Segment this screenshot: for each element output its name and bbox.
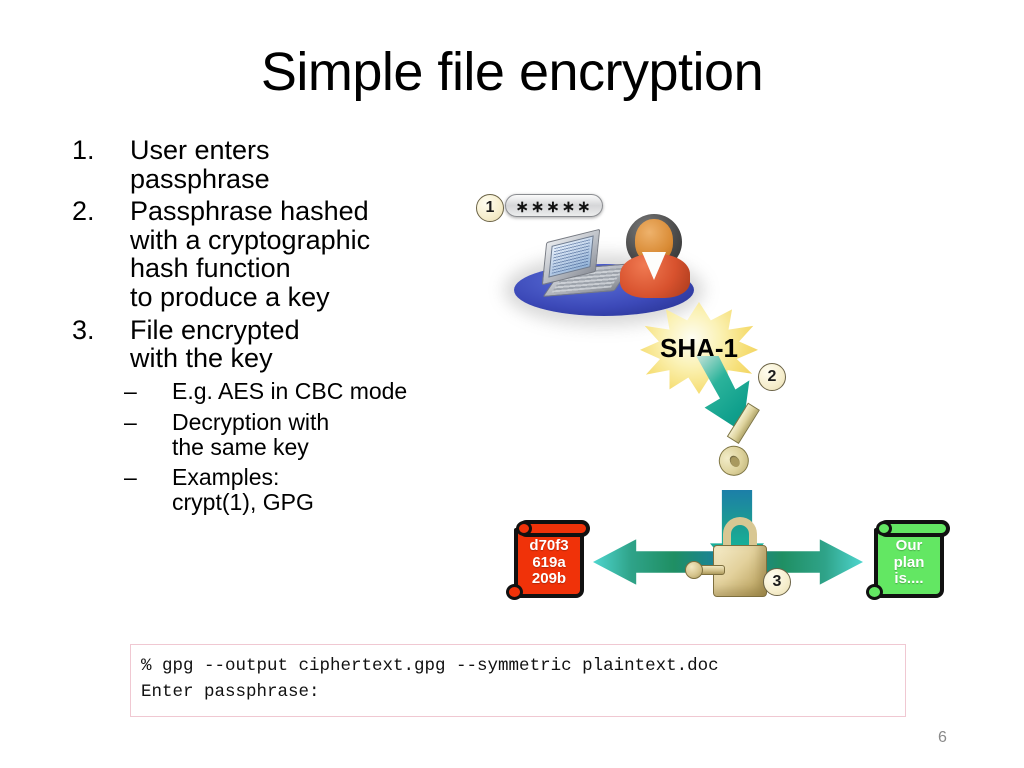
sub-list-item: – E.g. AES in CBC mode: [124, 379, 492, 404]
laptop-icon: [538, 228, 634, 297]
list-text: User enters passphrase: [130, 135, 270, 194]
scroll-curl-top: [876, 521, 892, 536]
command-line-1: % gpg --output ciphertext.gpg --symmetri…: [141, 656, 719, 676]
padlock-inserted-key-bow: [685, 561, 703, 579]
ciphertext-scroll: d70f3 619a 209b: [506, 520, 590, 604]
sub-list-item: – Examples: crypt(1), GPG: [124, 465, 492, 515]
list-text: Passphrase hashed with a cryptographic h…: [130, 196, 371, 313]
ciphertext-line-2: 619a: [532, 553, 566, 571]
bullet-list: 1. User enters passphrase 2. Passphrase …: [72, 136, 492, 521]
ciphertext-sheet: d70f3 619a 209b: [514, 528, 584, 598]
sub-list-text: E.g. AES in CBC mode: [172, 377, 408, 404]
scroll-curl-bottom: [506, 584, 523, 600]
plaintext-line-2: plan: [893, 553, 925, 571]
step-badge-1: 1: [476, 194, 504, 222]
list-text: File encrypted with the key: [130, 314, 300, 374]
plaintext-sheet: Our plan is....: [874, 528, 944, 598]
sub-list-text: Examples: crypt(1), GPG: [172, 464, 314, 516]
sub-list-marker: –: [124, 377, 137, 404]
slide-canvas: Simple file encryption 1. User enters pa…: [0, 0, 1024, 768]
person-icon: [618, 214, 692, 298]
plaintext-line-3: is....: [894, 570, 924, 588]
list-item: 2. Passphrase hashed with a cryptographi…: [72, 196, 492, 313]
list-item: 3. File encrypted with the key: [72, 314, 492, 374]
ciphertext-line-3: 209b: [531, 570, 567, 588]
terminal-command-box: % gpg --output ciphertext.gpg --symmetri…: [130, 644, 906, 717]
key-bow: [713, 440, 755, 482]
list-item: 1. User enters passphrase: [72, 136, 492, 193]
step-badge-2: 2: [758, 363, 786, 391]
scroll-curl-bottom: [866, 584, 883, 600]
step-badge-3: 3: [763, 568, 791, 596]
laptop-screen: [548, 235, 594, 278]
encryption-flow-diagram: 1 ∗∗∗∗∗ SHA-1 2 d70f3 619a 209b Our plan…: [460, 180, 1005, 625]
ciphertext-line-1: d70f3: [529, 536, 569, 554]
list-marker: 3.: [72, 314, 95, 345]
list-marker: 2.: [72, 196, 95, 227]
sub-list-marker: –: [124, 464, 137, 491]
page-title: Simple file encryption: [260, 42, 764, 102]
list-marker: 1.: [72, 135, 95, 165]
sub-list-marker: –: [124, 408, 137, 435]
command-line-2: Enter passphrase:: [141, 682, 320, 703]
plaintext-line-1: Our: [895, 536, 923, 554]
plaintext-scroll: Our plan is....: [866, 520, 950, 604]
sub-list-text: Decryption with the same key: [172, 408, 330, 460]
sub-list-item: – Decryption with the same key: [124, 408, 492, 460]
page-number: 6: [938, 729, 947, 746]
scroll-curl-top: [516, 521, 532, 536]
